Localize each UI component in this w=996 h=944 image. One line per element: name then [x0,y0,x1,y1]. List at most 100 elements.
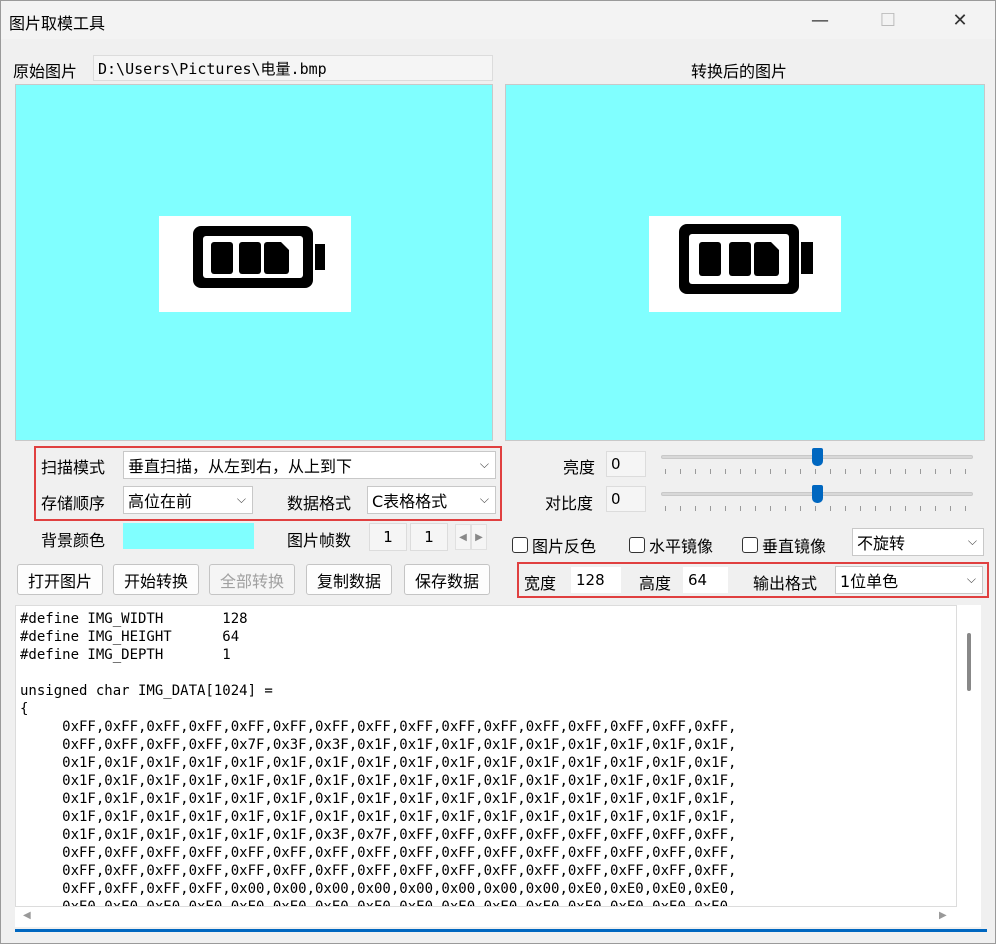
scan-mode-value: 垂直扫描，从左到右，从上到下 [128,457,353,476]
slider-tick [740,469,741,474]
app-window: 图片取模工具 — ☐ ✕ 原始图片 D:\Users\Pictures\电量.b… [0,0,996,944]
converted-image [649,216,841,312]
slider-tick [665,469,666,474]
minimize-button[interactable]: — [797,1,843,39]
rotate-value: 不旋转 [857,534,906,553]
output-format-value: 1位单色 [840,572,899,591]
slider-tick [875,469,876,474]
slider-tick [710,506,711,511]
scroll-right-icon[interactable]: ▶ [939,910,947,921]
slider-tick [830,469,831,474]
code-output-area[interactable]: #define IMG_WIDTH 128 #define IMG_HEIGHT… [15,605,957,907]
save-data-button[interactable]: 保存数据 [404,564,490,595]
slider-tick [845,469,846,474]
slider-tick [830,506,831,511]
frame-total-field[interactable]: 1 [410,523,448,551]
chevron-down-icon: ⌵ [967,533,977,548]
storage-order-value: 高位在前 [128,492,193,511]
background-color-label: 背景颜色 [41,531,106,550]
close-icon: ✕ [952,9,968,31]
slider-tick [710,469,711,474]
slider-tick [755,506,756,511]
contrast-slider-thumb[interactable] [812,485,823,503]
vertical-mirror-label: 垂直镜像 [762,537,827,556]
vertical-scrollbar-thumb[interactable] [967,633,971,691]
battery-icon [679,224,813,294]
horizontal-scrollbar[interactable]: ◀ ▶ [15,907,981,927]
width-field[interactable]: 128 [571,567,621,593]
horizontal-mirror-label: 水平镜像 [649,537,714,556]
slider-tick [800,506,801,511]
output-format-select[interactable]: 1位单色 ⌵ [835,566,983,594]
frame-current-field[interactable]: 1 [369,523,407,551]
scroll-left-icon[interactable]: ◀ [23,910,31,921]
source-image-label: 原始图片 [13,62,78,81]
height-field[interactable]: 64 [683,567,728,593]
width-label: 宽度 [524,574,557,593]
rotate-select[interactable]: 不旋转 ⌵ [852,528,984,556]
spin-left-icon[interactable]: ◀ [455,524,471,550]
contrast-value[interactable]: 0 [606,486,646,512]
slider-tick [905,506,906,511]
slider-tick [890,506,891,511]
battery-icon [193,226,325,288]
brightness-label: 亮度 [563,458,596,477]
open-image-button[interactable]: 打开图片 [17,564,103,595]
frame-count-label: 图片帧数 [287,531,352,550]
slider-tick [920,469,921,474]
slider-tick [755,469,756,474]
data-format-value: C表格格式 [372,492,448,511]
converted-image-pane [505,84,985,441]
slider-tick [740,506,741,511]
frame-spinner[interactable]: ◀ ▶ [455,524,487,550]
slider-tick [695,469,696,474]
scan-mode-label: 扫描模式 [41,458,106,477]
slider-tick [785,469,786,474]
slider-tick [815,506,816,511]
source-image [159,216,351,312]
checkbox-icon [629,537,645,553]
bottom-accent-line [15,929,987,932]
maximize-button[interactable]: ☐ [865,1,911,39]
brightness-slider-thumb[interactable] [812,448,823,466]
checkbox-icon [512,537,528,553]
invert-checkbox[interactable]: 图片反色 [512,533,596,557]
maximize-icon: ☐ [879,9,897,31]
copy-data-button[interactable]: 复制数据 [306,564,392,595]
data-format-label: 数据格式 [287,494,352,513]
slider-tick [875,506,876,511]
chevron-down-icon: ⌵ [479,456,489,471]
spin-right-icon[interactable]: ▶ [471,524,487,550]
slider-tick [965,506,966,511]
slider-tick [890,469,891,474]
vertical-mirror-checkbox[interactable]: 垂直镜像 [742,533,826,557]
data-format-select[interactable]: C表格格式 ⌵ [367,486,496,514]
brightness-slider-ticks [665,469,969,475]
close-button[interactable]: ✕ [937,1,983,39]
slider-tick [800,469,801,474]
slider-tick [725,506,726,511]
slider-tick [845,506,846,511]
slider-tick [935,506,936,511]
start-convert-button[interactable]: 开始转换 [113,564,199,595]
checkbox-icon [742,537,758,553]
slider-tick [785,506,786,511]
converted-image-label: 转换后的图片 [691,62,788,81]
horizontal-mirror-checkbox[interactable]: 水平镜像 [629,533,713,557]
window-title: 图片取模工具 [9,14,106,33]
slider-tick [950,506,951,511]
source-image-pane [15,84,493,441]
storage-order-select[interactable]: 高位在前 ⌵ [123,486,253,514]
slider-tick [905,469,906,474]
vertical-scrollbar[interactable] [957,605,981,907]
slider-tick [965,469,966,474]
scan-mode-select[interactable]: 垂直扫描，从左到右，从上到下 ⌵ [123,451,496,479]
output-format-label: 输出格式 [753,574,818,593]
convert-all-button[interactable]: 全部转换 [209,564,295,595]
contrast-label: 对比度 [545,494,594,513]
background-color-swatch[interactable] [123,523,254,549]
slider-tick [950,469,951,474]
height-label: 高度 [639,574,672,593]
brightness-value[interactable]: 0 [606,451,646,477]
slider-tick [935,469,936,474]
